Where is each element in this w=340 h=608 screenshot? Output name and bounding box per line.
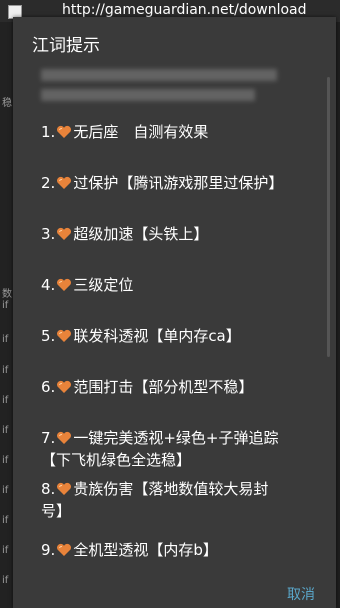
item-number: 2. [41, 174, 56, 192]
item-number: 5. [41, 327, 56, 345]
item-text: 联发科透视【单内存ca】 [73, 327, 241, 345]
list-item: 7. 一键完美透视+绿色+子弹追踪【下飞机绿色全选稳】 [41, 427, 326, 471]
list-item: 2. 过保护【腾讯游戏那里过保护】 [41, 172, 326, 194]
background-label: if [2, 485, 9, 496]
item-number: 3. [41, 225, 56, 243]
list-item: 6. 范围打击【部分机型不稳】 [41, 376, 326, 398]
item-number: 7. [41, 429, 56, 447]
blurred-text [41, 89, 255, 101]
heart-icon [57, 431, 72, 444]
background-label: if [2, 334, 9, 345]
item-number: 8. [41, 480, 56, 498]
blurred-text [41, 69, 277, 81]
item-text: 超级加速【头铁上】 [73, 225, 209, 243]
background-label: if [2, 365, 9, 376]
item-text-continued: 【下飞机绿色全选稳】 [41, 451, 192, 469]
item-number: 9. [41, 541, 56, 559]
alert-dialog: 江词提示 1. 无后座 自测有效果 2. 过保护【腾讯游戏那里过保护】 3. 超级加速… [13, 17, 336, 608]
item-text-continued: 号】 [41, 502, 72, 520]
item-number: 6. [41, 378, 56, 396]
background-label: if [2, 395, 9, 406]
heart-icon [57, 278, 72, 291]
heart-icon [57, 227, 72, 240]
list-item: 4. 三级定位 [41, 274, 326, 296]
heart-icon [57, 329, 72, 342]
background-label: if [2, 300, 9, 311]
list-item: 3. 超级加速【头铁上】 [41, 223, 326, 245]
heart-icon [57, 125, 72, 138]
cancel-button[interactable]: 取消 [283, 582, 319, 606]
heart-icon [57, 482, 72, 495]
item-text: 范围打击【部分机型不稳】 [73, 378, 254, 396]
item-number: 4. [41, 276, 56, 294]
list-item: 1. 无后座 自测有效果 [41, 121, 326, 143]
dialog-title: 江词提示 [32, 36, 100, 56]
list-item: 8. 贵族伤害【落地数值较大易封 号】 [41, 478, 326, 522]
background-label: if [2, 425, 9, 436]
list-item: 5. 联发科透视【单内存ca】 [41, 325, 326, 347]
scrollbar[interactable] [327, 77, 330, 357]
background-label: if [2, 515, 9, 526]
item-text: 无后座 自测有效果 [73, 123, 209, 141]
item-text: 一键完美透视+绿色+子弹追踪 [73, 429, 279, 447]
background-log: 稳 数 if if if if if if if if if if [0, 22, 14, 608]
item-text: 三级定位 [73, 276, 134, 294]
heart-icon [57, 543, 72, 556]
heart-icon [57, 380, 72, 393]
item-number: 1. [41, 123, 56, 141]
item-text: 贵族伤害【落地数值较大易封 [73, 480, 269, 498]
item-text: 全机型透视【内存b】 [73, 541, 218, 559]
background-label: 数 [2, 289, 12, 300]
item-text: 过保护【腾讯游戏那里过保护】 [73, 174, 284, 192]
heart-icon [57, 176, 72, 189]
background-label: if [2, 575, 9, 586]
background-label: if [2, 545, 9, 556]
background-label: if [2, 455, 9, 466]
download-url: http://gameguardian.net/download [62, 2, 307, 18]
list-item: 9. 全机型透视【内存b】 [41, 539, 326, 561]
background-label: 稳 [2, 98, 12, 109]
